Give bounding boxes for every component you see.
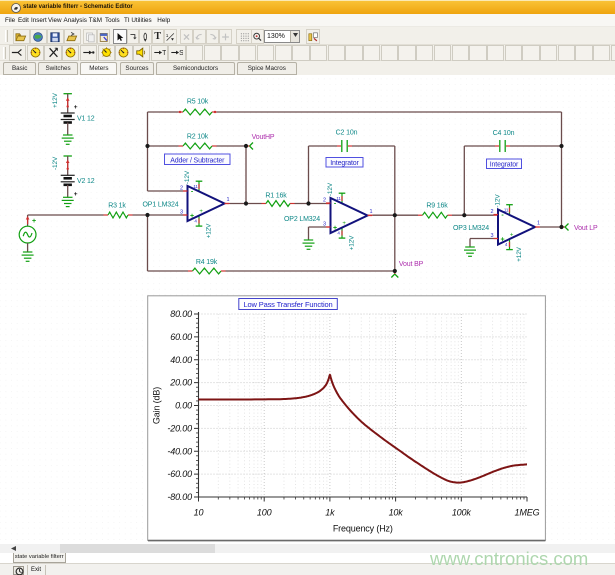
svg-text:+: +: [74, 104, 78, 111]
svg-text:+: +: [32, 218, 36, 225]
svg-text:R5 10k: R5 10k: [187, 99, 209, 106]
svg-text:0.00: 0.00: [175, 401, 192, 411]
svg-text:OP1 LM324: OP1 LM324: [143, 202, 179, 209]
svg-text:-40.00: -40.00: [167, 446, 192, 456]
svg-text:80.00: 80.00: [170, 309, 192, 319]
svg-text:11: 11: [504, 208, 509, 213]
svg-text:Vout LP: Vout LP: [574, 225, 598, 232]
svg-text:Integrator: Integrator: [330, 160, 359, 167]
svg-text:R3 1k: R3 1k: [108, 203, 126, 210]
svg-text:11: 11: [336, 196, 341, 201]
svg-text:Vout BP: Vout BP: [399, 261, 424, 268]
svg-text:-20.00: -20.00: [167, 423, 192, 433]
svg-text:+12V: +12V: [52, 92, 59, 108]
svg-text:Integrator: Integrator: [490, 162, 519, 169]
svg-text:-80.00: -80.00: [167, 492, 192, 502]
svg-text:Frequency (Hz): Frequency (Hz): [333, 524, 393, 534]
svg-text:R9 16k: R9 16k: [426, 203, 448, 210]
svg-text:Adder / Subtracter: Adder / Subtracter: [170, 157, 225, 164]
svg-text:3: 3: [180, 209, 183, 215]
svg-text:3: 3: [323, 221, 326, 227]
svg-text:60.00: 60.00: [170, 332, 192, 342]
svg-text:1: 1: [227, 197, 230, 203]
svg-text:R2 10k: R2 10k: [187, 134, 209, 141]
svg-text:4: 4: [194, 219, 197, 224]
svg-text:1MEG: 1MEG: [515, 508, 540, 518]
svg-text:V1 12: V1 12: [77, 116, 95, 123]
svg-text:40.00: 40.00: [170, 355, 192, 365]
svg-text:3: 3: [491, 233, 494, 239]
svg-text:R4 19k: R4 19k: [196, 259, 218, 266]
svg-text:S: S: [180, 50, 184, 57]
svg-text:2: 2: [491, 209, 494, 215]
svg-text:C4 10n: C4 10n: [493, 130, 515, 137]
svg-text:10: 10: [194, 508, 204, 518]
svg-text:1: 1: [370, 209, 373, 215]
svg-text:2: 2: [323, 197, 326, 203]
svg-text:100k: 100k: [452, 508, 472, 518]
svg-text:OP2 LM324: OP2 LM324: [284, 216, 320, 223]
svg-text:1: 1: [166, 33, 169, 39]
svg-text:-12V: -12V: [52, 156, 59, 170]
svg-text:+12V: +12V: [206, 223, 213, 239]
svg-text:R1 16k: R1 16k: [265, 193, 287, 200]
svg-text:VoutHP: VoutHP: [252, 134, 275, 141]
svg-text:11: 11: [193, 184, 198, 189]
svg-text:4: 4: [337, 231, 340, 236]
svg-text:-12V: -12V: [184, 170, 191, 184]
svg-text:V2 12: V2 12: [77, 178, 95, 185]
svg-text:T: T: [162, 50, 166, 57]
svg-text:+12V: +12V: [349, 235, 356, 251]
svg-text:+: +: [74, 191, 78, 198]
svg-text:1: 1: [537, 221, 540, 227]
svg-text:1k: 1k: [325, 508, 335, 518]
svg-text:-12V: -12V: [495, 194, 502, 208]
svg-text:Low Pass Transfer Function: Low Pass Transfer Function: [243, 300, 332, 309]
svg-text:-60.00: -60.00: [167, 469, 192, 479]
svg-text:4: 4: [505, 242, 508, 247]
svg-text:Gain (dB): Gain (dB): [152, 387, 162, 424]
svg-text:10k: 10k: [389, 508, 404, 518]
svg-text:OP3 LM324: OP3 LM324: [453, 225, 489, 232]
svg-text:20.00: 20.00: [169, 378, 192, 388]
svg-text:100: 100: [257, 508, 272, 518]
svg-text:C2 10n: C2 10n: [336, 130, 358, 137]
svg-text:-12V: -12V: [327, 182, 334, 196]
svg-text:+12V: +12V: [516, 246, 523, 262]
svg-text:2: 2: [180, 185, 183, 191]
